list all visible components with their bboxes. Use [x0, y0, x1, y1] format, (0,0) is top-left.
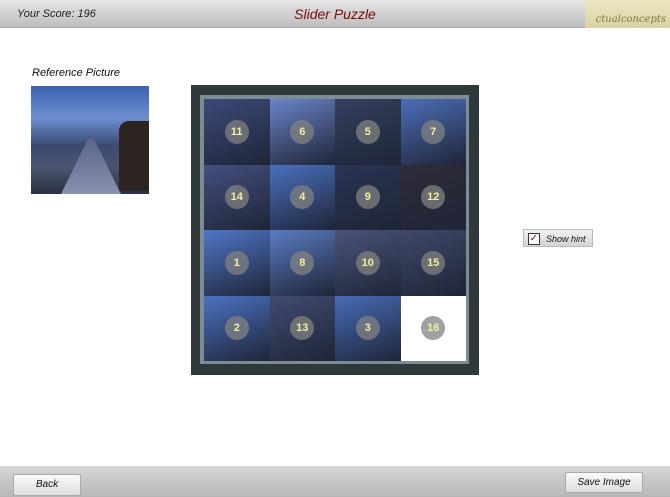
puzzle-tile[interactable]: 12 [400, 164, 466, 230]
puzzle-tile[interactable]: 10 [335, 230, 401, 296]
tile-number: 11 [224, 119, 249, 144]
back-button[interactable]: Back [13, 474, 81, 496]
puzzle-tile[interactable]: 7 [400, 99, 466, 165]
puzzle-tile[interactable]: 13 [269, 295, 335, 361]
reference-picture [31, 86, 149, 194]
tile-number: 2 [224, 316, 249, 341]
tile-number: 16 [421, 316, 446, 341]
puzzle-grid: 11 6 5 7 14 4 9 12 1 8 10 15 2 13 3 16 [204, 99, 466, 361]
puzzle-tile[interactable]: 16 [400, 295, 466, 361]
show-hint-label: Show hint [546, 234, 586, 244]
puzzle-tile[interactable]: 5 [335, 99, 401, 165]
puzzle-tile[interactable]: 6 [269, 99, 335, 165]
tile-number: 13 [290, 316, 315, 341]
puzzle-tile[interactable]: 11 [204, 99, 270, 165]
checkbox-check-icon[interactable]: ✓ [528, 233, 540, 245]
tile-number: 9 [355, 185, 380, 210]
tile-number: 15 [421, 250, 446, 275]
puzzle-tile[interactable]: 9 [335, 164, 401, 230]
tile-number: 3 [355, 316, 380, 341]
tile-number: 8 [290, 250, 315, 275]
puzzle-tile[interactable]: 15 [400, 230, 466, 296]
puzzle-tile[interactable]: 2 [204, 295, 270, 361]
logo: ctualconcepts [585, 0, 670, 28]
puzzle-tile[interactable]: 4 [269, 164, 335, 230]
puzzle-tile[interactable]: 14 [204, 164, 270, 230]
puzzle-tile[interactable]: 1 [204, 230, 270, 296]
tile-number: 10 [355, 250, 380, 275]
show-hint-checkbox[interactable]: ✓ Show hint [523, 229, 593, 247]
puzzle-tile[interactable]: 8 [269, 230, 335, 296]
tile-number: 7 [421, 119, 446, 144]
puzzle-tile[interactable]: 3 [335, 295, 401, 361]
tile-number: 1 [224, 250, 249, 275]
reference-label: Reference Picture [32, 67, 121, 79]
tile-number: 4 [290, 185, 315, 210]
tile-number: 6 [290, 119, 315, 144]
tile-number: 14 [224, 185, 249, 210]
top-bar: Your Score: 196 Slider Puzzle ctualconce… [0, 0, 670, 28]
page-title: Slider Puzzle [294, 6, 376, 22]
tile-number: 5 [355, 119, 380, 144]
tile-number: 12 [421, 185, 446, 210]
save-image-button[interactable]: Save Image [565, 472, 643, 493]
